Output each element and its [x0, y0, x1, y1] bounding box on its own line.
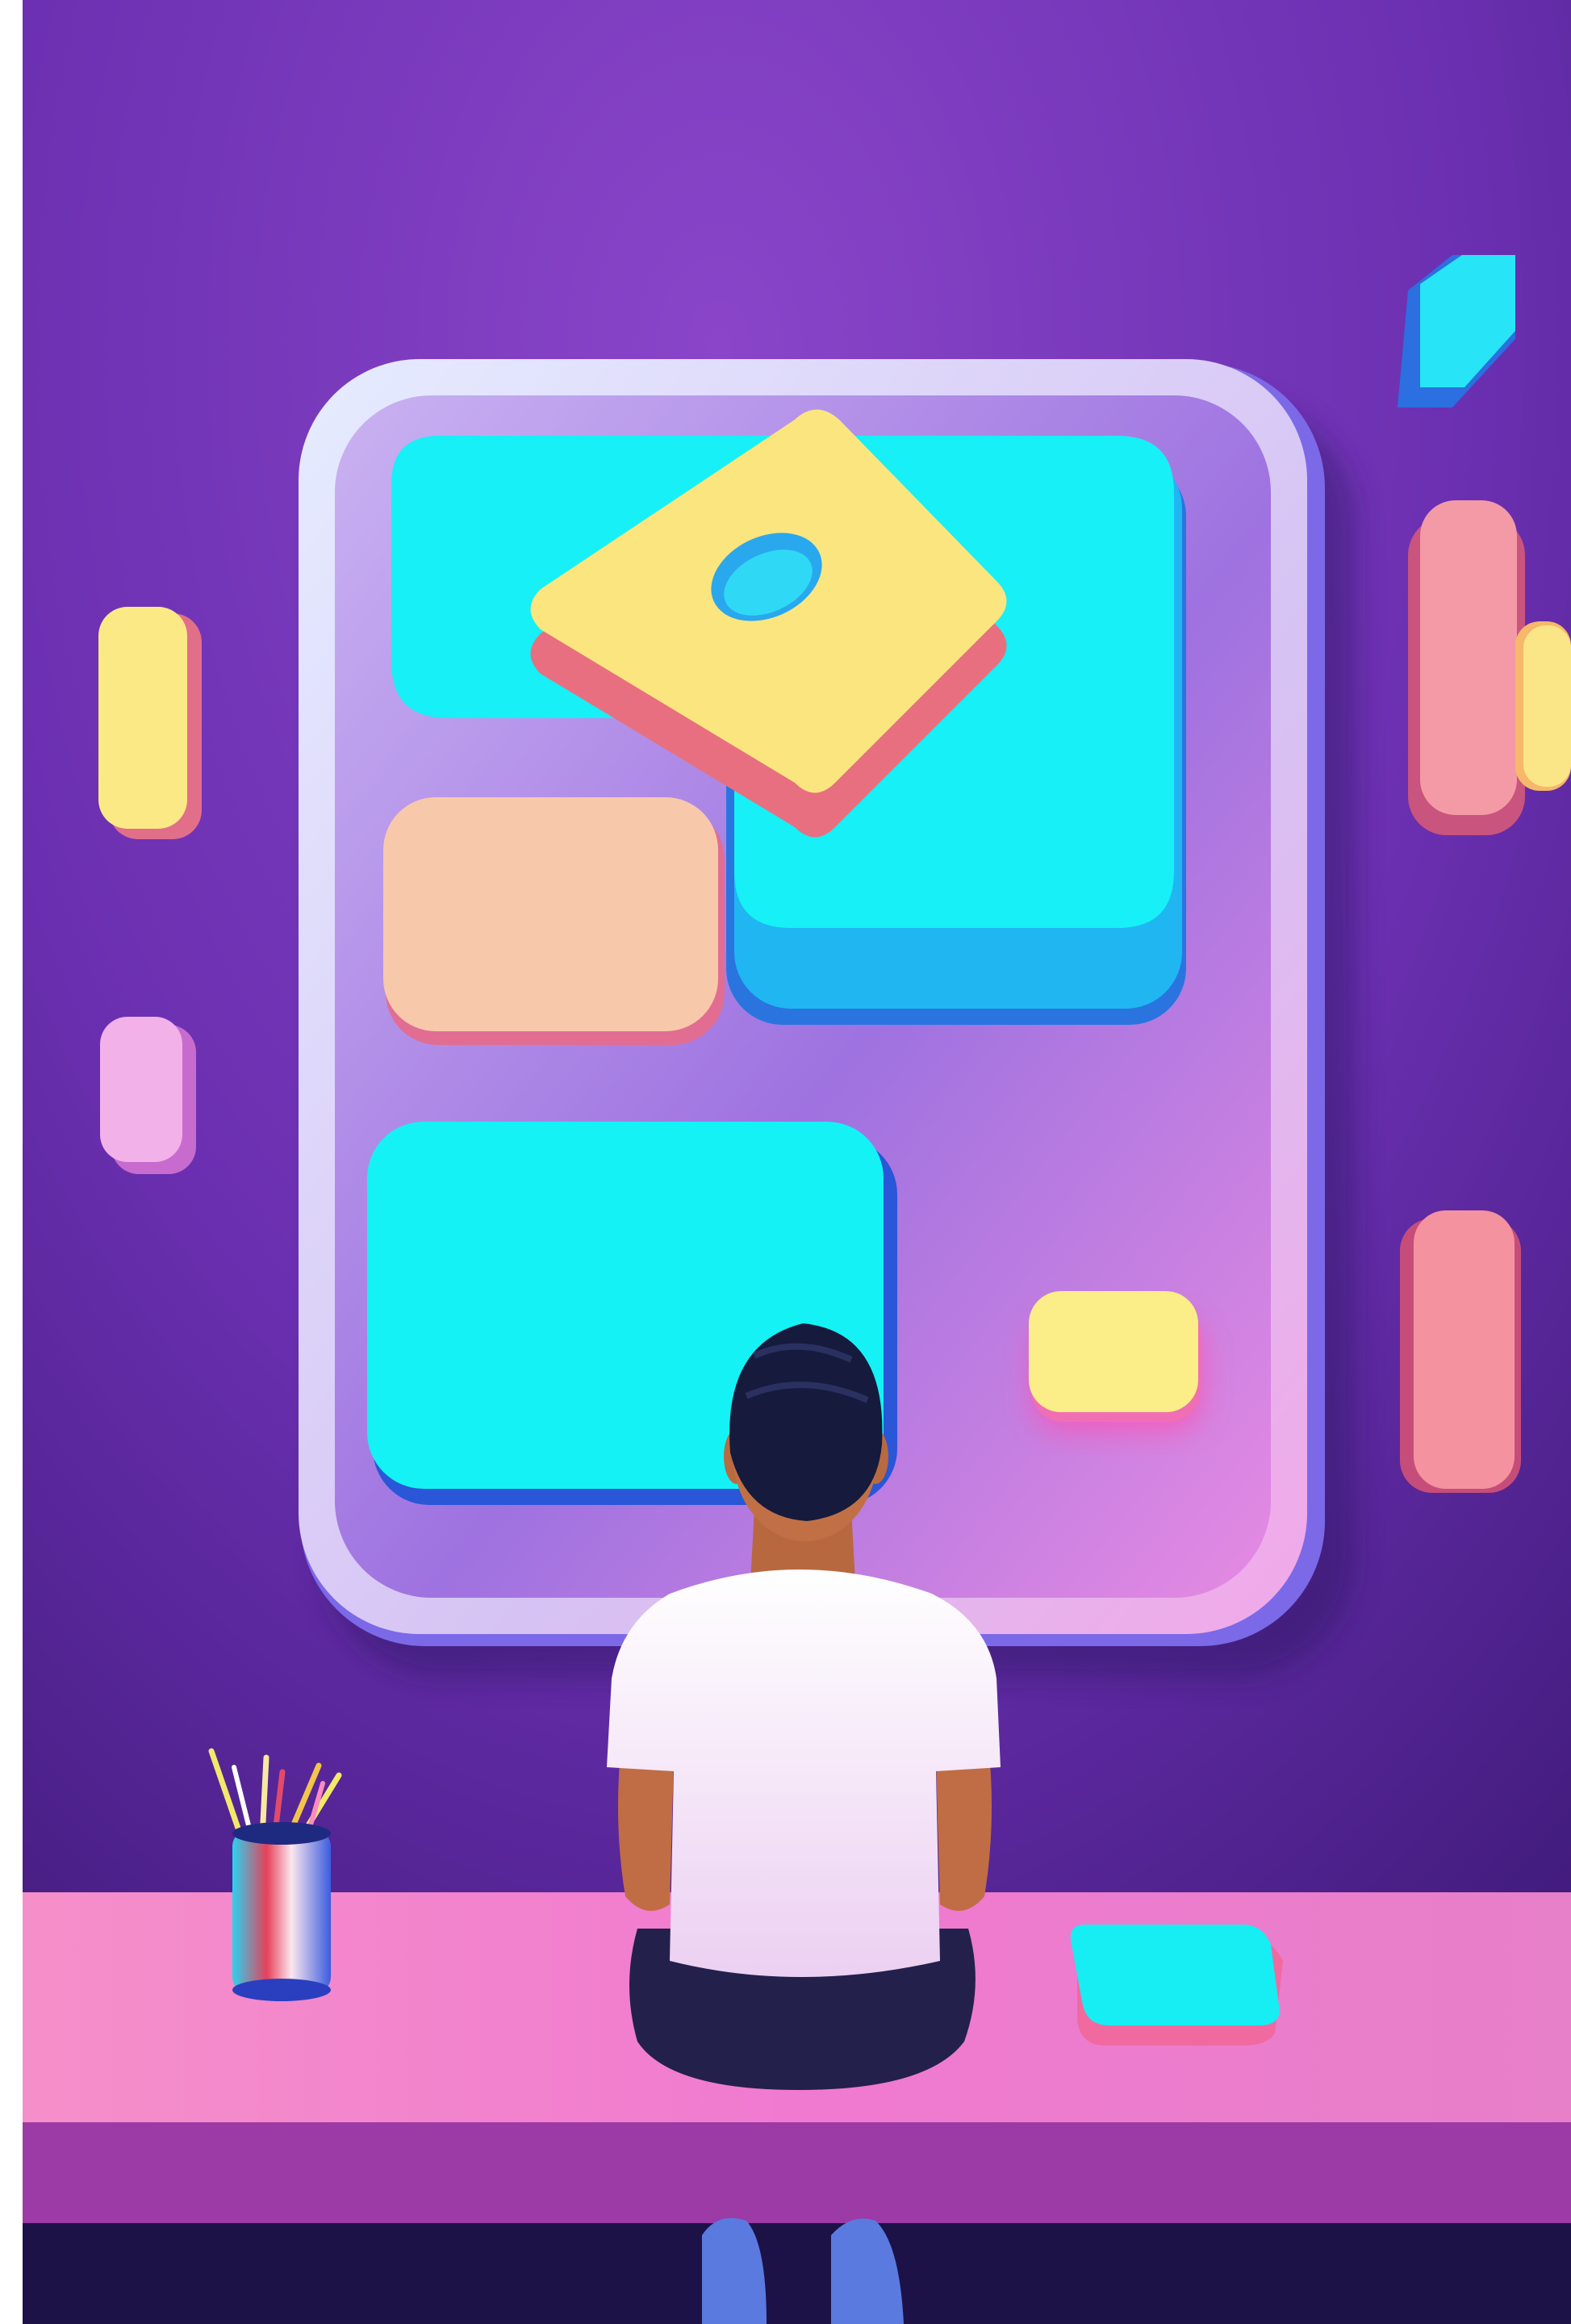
- tablet-icon: [1070, 1925, 1283, 2046]
- peach-tile: [383, 797, 725, 1045]
- illustration-scene: [0, 0, 1571, 2324]
- white-margin: [0, 0, 23, 2324]
- yellow-small-tile: [1029, 1291, 1202, 1432]
